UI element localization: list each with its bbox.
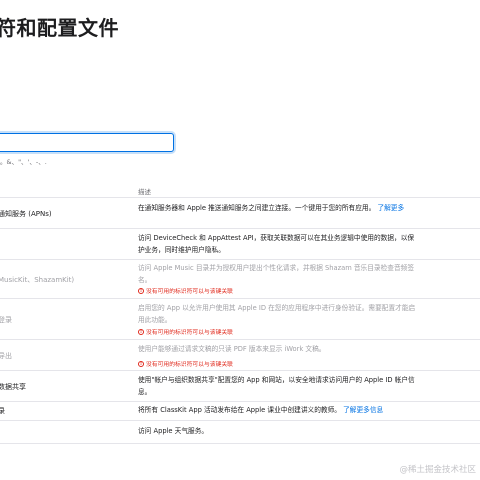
service-description-data-sharing: 使用"帐户与组织数据共享"配置您的 App 和网站，以安全地请求访问用户的 Ap… (138, 376, 415, 396)
warning-icon: ! (138, 360, 144, 367)
row-divider (0, 420, 480, 421)
header-divider (0, 197, 480, 198)
service-description-apns: 在通知服务器和 Apple 推送通知服务之间建立连接。一个键用于您的所有应用。 … (138, 203, 420, 215)
row-divider (0, 259, 480, 260)
service-name-musickit[interactable]: MusicKit、ShazamKit) (0, 275, 74, 285)
page-title: 符和配置文件 (0, 16, 119, 40)
row-divider (0, 443, 480, 444)
service-description-devicecheck: 访问 DeviceCheck 和 AppAttest API，获取关联数据可以在… (138, 234, 415, 254)
warning-icon: ! (138, 328, 144, 335)
warning-icon: ! (138, 287, 144, 294)
warning-message: ! 没有可用的标识符可以与该键关联 (138, 328, 233, 336)
service-name-sign-in[interactable]: 登录 (0, 315, 12, 325)
service-name-apns[interactable]: 通知服务 (APNs) (0, 209, 52, 219)
search-input[interactable] (0, 133, 174, 152)
warning-message: ! 没有可用的标识符可以与该键关联 (138, 360, 233, 368)
column-header-description: 描述 (138, 188, 151, 196)
warning-message: ! 没有可用的标识符可以与该键关联 (138, 287, 233, 295)
row-divider (0, 370, 480, 371)
service-description-weather: 访问 Apple 天气服务。 (138, 427, 209, 435)
service-description-musickit: 访问 Apple Music 目录并为授权用户提出个性化请求，并根据 Shaza… (138, 264, 415, 284)
service-description-classkit: 将所有 ClassKit App 活动发布给在 Apple 课业中创建讲义的教师… (138, 405, 420, 417)
service-name-data-sharing[interactable]: 数据共享 (0, 382, 26, 392)
row-divider (0, 228, 480, 229)
service-description-sign-in: 启用您的 App 以允许用户使用其 Apple ID 在您的应用程序中进行身份验… (138, 304, 416, 324)
service-name-classkit[interactable]: 录 (0, 406, 5, 416)
search-hint: 。&、"、'、-、. (0, 158, 47, 166)
description-text: 将所有 ClassKit App 活动发布给在 Apple 课业中创建讲义的教师… (138, 406, 341, 414)
learn-more-link[interactable]: 了解更多 (377, 204, 404, 212)
row-divider (0, 298, 480, 299)
service-name-export[interactable]: 导出 (0, 351, 12, 361)
learn-more-info-link[interactable]: 了解更多信息 (343, 406, 383, 414)
row-divider (0, 401, 480, 402)
service-description-export: 使用户能够通过请求文稿的只读 PDF 版本来显示 iWork 文稿。 (138, 345, 326, 353)
description-text: 在通知服务器和 Apple 推送通知服务之间建立连接。一个键用于您的所有应用。 (138, 204, 376, 212)
watermark: @稀土掘金技术社区 (399, 465, 476, 475)
row-divider (0, 339, 480, 340)
